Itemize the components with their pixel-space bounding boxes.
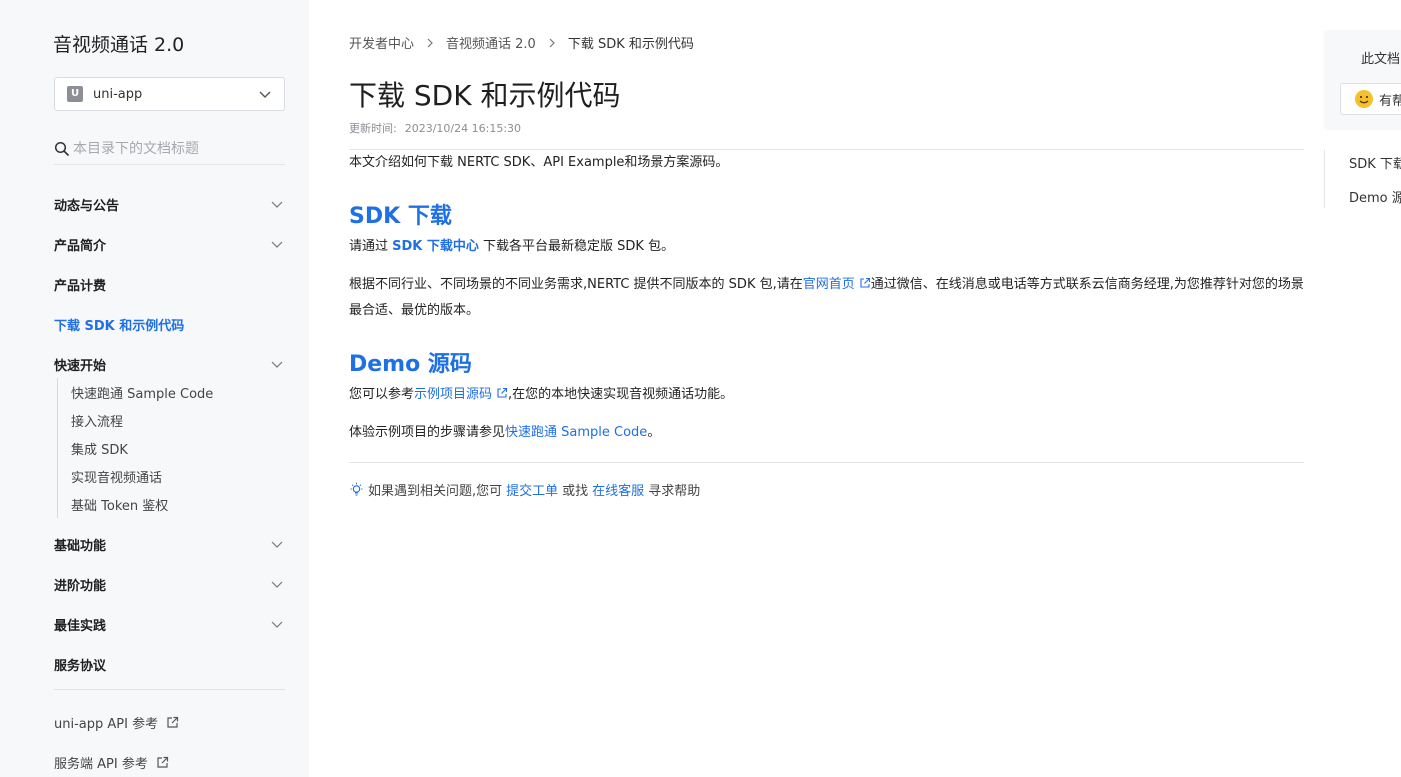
chevron-down-icon [259, 91, 271, 98]
sidebar-title: 音视频通话 2.0 [53, 34, 185, 56]
text: 您可以参考 [349, 387, 415, 402]
sidebar-item-label: 服务协议 [54, 658, 107, 674]
chevron-down-icon [271, 201, 283, 208]
chevron-down-icon [271, 541, 283, 548]
external-link-icon [860, 277, 870, 288]
sidebar: 音视频通话 2.0 U uni-app 动态与公告 产品简介 产品计费 下载 S… [0, 0, 309, 777]
doc-search [54, 134, 285, 165]
sidebar-item-advanced-features[interactable]: 进阶功能 [54, 564, 285, 604]
sidebar-item-news[interactable]: 动态与公告 [54, 184, 285, 224]
chevron-down-icon [271, 361, 283, 368]
quick-start-submenu: 快速跑通 Sample Code 接入流程 集成 SDK 实现音视频通话 基础 … [57, 378, 285, 518]
table-of-contents: SDK 下载 Demo 源码 [1324, 150, 1401, 208]
update-time-value: 2023/10/24 16:15:30 [404, 122, 522, 135]
search-icon [54, 141, 70, 157]
sidebar-item-label: 基础功能 [54, 538, 107, 554]
sub-item-token-auth[interactable]: 基础 Token 鉴权 [58, 490, 285, 518]
sdk-download-center-link[interactable]: SDK 下载中心 [392, 239, 479, 254]
server-api-reference-link[interactable]: 服务端 API 参考 [54, 753, 169, 772]
uni-app-api-reference-link[interactable]: uni-app API 参考 [54, 713, 179, 732]
update-time: 更新时间: 2023/10/24 16:15:30 [349, 120, 521, 136]
breadcrumb: 开发者中心 音视频通话 2.0 下载 SDK 和示例代码 [349, 33, 694, 52]
external-link-icon [157, 756, 168, 768]
chevron-down-icon [271, 241, 283, 248]
sidebar-item-label: 进阶功能 [54, 578, 107, 594]
platform-select[interactable]: U uni-app [54, 77, 285, 111]
toc-item-sdk-download[interactable]: SDK 下载 [1349, 153, 1401, 172]
external-link-icon [167, 716, 179, 728]
toc-item-demo-source[interactable]: Demo 源码 [1349, 187, 1401, 206]
help-footer: 如果遇到相关问题,您可 提交工单 或找 在线客服 寻求帮助 [349, 480, 700, 499]
sdk-download-heading: SDK 下载 [349, 204, 452, 229]
sidebar-divider [54, 689, 285, 690]
sidebar-item-service-agreement[interactable]: 服务协议 [54, 644, 285, 684]
ext-link-label: 服务端 API 参考 [54, 757, 148, 772]
feedback-panel: 此文档 有帮 [1324, 30, 1401, 130]
demo-steps-paragraph: 体验示例项目的步骤请参见快速跑通 Sample Code。 [349, 420, 660, 446]
sidebar-item-label: 最佳实践 [54, 618, 107, 634]
text: 请通过 [349, 239, 393, 254]
sub-item-integrate-sdk[interactable]: 集成 SDK [58, 434, 285, 462]
breadcrumb-item[interactable]: 开发者中心 [349, 33, 414, 52]
help-divider [349, 462, 1304, 463]
sub-item-implement-call[interactable]: 实现音视频通话 [58, 462, 285, 490]
sdk-download-paragraph: 请通过 SDK 下载中心 下载各平台最新稳定版 SDK 包。 [349, 234, 674, 260]
breadcrumb-item[interactable]: 音视频通话 2.0 [446, 33, 536, 52]
uni-app-logo-icon: U [67, 86, 83, 102]
text: 下载各平台最新稳定版 SDK 包。 [478, 239, 675, 254]
sdk-version-paragraph: 根据不同行业、不同场景的不同业务需求,NERTC 提供不同版本的 SDK 包,请… [349, 272, 1304, 324]
feedback-question: 此文档 [1361, 52, 1401, 67]
text: ,在您的本地快速实现音视频通话功能。 [508, 387, 734, 402]
online-service-link[interactable]: 在线客服 [592, 480, 644, 499]
demo-source-paragraph: 您可以参考示例项目源码 ,在您的本地快速实现音视频通话功能。 [349, 382, 733, 408]
sidebar-item-label: 快速开始 [54, 358, 107, 374]
chevron-down-icon [271, 581, 283, 588]
text: 或找 [562, 484, 589, 499]
text: 体验示例项目的步骤请参见 [349, 425, 506, 440]
sidebar-item-label: 产品简介 [54, 238, 107, 254]
sub-item-sample-code[interactable]: 快速跑通 Sample Code [58, 378, 285, 406]
sidebar-item-label: 下载 SDK 和示例代码 [54, 318, 185, 334]
link-label: 示例项目源码 [414, 387, 493, 402]
demo-source-heading: Demo 源码 [349, 352, 472, 377]
helpful-button-label: 有帮 [1379, 93, 1401, 109]
intro-text: 本文介绍如何下载 NERTC SDK、API Example和场景方案源码。 [349, 155, 729, 170]
sample-project-source-link[interactable]: 示例项目源码 [414, 387, 508, 402]
chevron-down-icon [271, 621, 283, 628]
chevron-right-icon [427, 38, 433, 47]
page-title: 下载 SDK 和示例代码 [349, 79, 621, 112]
sub-item-integration-flow[interactable]: 接入流程 [58, 406, 285, 434]
ext-link-label: uni-app API 参考 [54, 717, 159, 732]
link-label: 官网首页 [802, 277, 855, 292]
sidebar-item-best-practices[interactable]: 最佳实践 [54, 604, 285, 644]
quick-start-sample-code-link[interactable]: 快速跑通 Sample Code [505, 425, 647, 440]
lightbulb-icon [350, 482, 363, 496]
update-time-label: 更新时间: [349, 122, 397, 135]
sidebar-item-product-intro[interactable]: 产品简介 [54, 224, 285, 264]
official-homepage-link[interactable]: 官网首页 [803, 277, 871, 292]
sidebar-nav: 动态与公告 产品简介 产品计费 下载 SDK 和示例代码 快速开始 快速跑通 S… [54, 184, 285, 684]
sidebar-item-basic-features[interactable]: 基础功能 [54, 524, 285, 564]
text: 根据不同行业、不同场景的不同业务需求,NERTC 提供不同版本的 SDK 包,请… [349, 277, 803, 292]
search-input[interactable] [73, 141, 273, 157]
submit-ticket-link[interactable]: 提交工单 [506, 480, 558, 499]
breadcrumb-current: 下载 SDK 和示例代码 [567, 37, 694, 52]
sidebar-item-download-sdk[interactable]: 下载 SDK 和示例代码 [54, 304, 285, 344]
chevron-right-icon [549, 38, 555, 47]
sidebar-item-pricing[interactable]: 产品计费 [54, 264, 285, 304]
platform-select-value: uni-app [93, 86, 143, 102]
text: 如果遇到相关问题,您可 [368, 484, 503, 499]
text: 寻求帮助 [648, 484, 701, 499]
helpful-button[interactable]: 有帮 [1340, 83, 1401, 115]
text: 。 [647, 425, 661, 440]
smile-icon [1355, 90, 1373, 108]
sidebar-item-label: 动态与公告 [54, 198, 120, 214]
sidebar-item-label: 产品计费 [54, 278, 107, 294]
external-link-icon [497, 387, 508, 398]
